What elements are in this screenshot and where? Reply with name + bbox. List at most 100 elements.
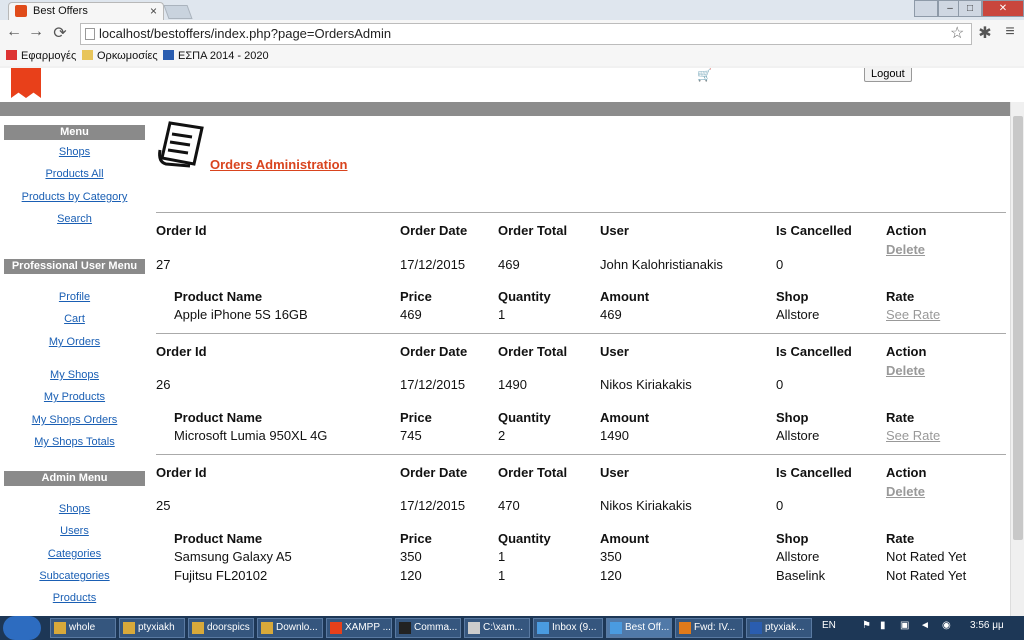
page-icon [85,28,95,40]
taskbar-item[interactable]: C:\xam... [464,618,530,638]
sidebar-item-my-shops-totals[interactable]: My Shops Totals [4,436,145,448]
start-button[interactable] [3,616,41,640]
order-date: 17/12/2015 [400,377,466,392]
product-shop: Allstore [776,428,820,443]
user-icon[interactable] [914,0,938,17]
price-header: Price [400,531,432,546]
taskbar-item[interactable]: Inbox (9... [533,618,603,638]
sidebar-item-profile[interactable]: Profile [4,291,145,303]
forward-icon[interactable]: → [27,23,45,41]
taskbar-item[interactable]: ptyxiakh [119,618,185,638]
power-icon[interactable]: ▣ [900,620,909,631]
product-rate: Not Rated Yet [886,549,967,564]
sidebar-item-search[interactable]: Search [4,213,145,225]
bookmark-apps[interactable]: Εφαρμογές [6,49,76,63]
see-rate-link[interactable]: See Rate [886,428,940,443]
bookmarks-bar: Εφαρμογές Ορκωμοσίες ΕΣΠΑ 2014 - 2020 [0,46,1024,66]
vertical-scrollbar[interactable] [1010,102,1024,616]
folder-icon [192,622,204,634]
sidebar-item-subcategories[interactable]: Subcategories [4,570,145,582]
price-header: Price [400,289,432,304]
bookmark-espa[interactable]: ΕΣΠΑ 2014 - 2020 [163,49,269,63]
folder-icon [54,622,66,634]
sidebar-item-shops[interactable]: Shops [4,146,145,158]
network-icon[interactable]: ▮ [880,620,886,631]
product-quantity: 1 [498,307,506,322]
action-header: Action [886,223,927,238]
sidebar-item-my-shops[interactable]: My Shops [4,369,145,381]
taskbar-item[interactable]: whole [50,618,116,638]
sidebar-item-my-shops-orders[interactable]: My Shops Orders [4,414,145,426]
folder-icon [261,622,273,634]
favicon-icon [15,5,27,17]
taskbar-item[interactable]: doorspics [188,618,254,638]
flag-icon[interactable]: ⚑ [862,620,871,631]
amount-header: Amount [600,531,650,546]
reload-icon[interactable]: ⟳ [51,23,69,43]
delete-order-button[interactable]: Delete [886,242,925,257]
admin-menu-heading: Admin Menu [4,471,145,486]
bookmark-label: ΕΣΠΑ 2014 - 2020 [178,50,269,62]
see-rate-link[interactable]: See Rate [886,307,940,322]
scrollbar-thumb[interactable] [1013,116,1023,540]
price-header: Price [400,410,432,425]
language-indicator[interactable]: EN [822,620,836,631]
extension-icon[interactable]: ✱ [976,23,994,43]
order-user: Nikos Kiriakakis [600,498,692,513]
tab-best-offers[interactable]: Best Offers × [8,2,164,20]
order-total: 469 [498,257,520,272]
shop-header: Shop [776,410,809,425]
rate-header: Rate [886,410,915,425]
volume-icon[interactable]: ◄ [920,620,930,631]
site-logo[interactable] [11,68,41,98]
order-cancelled: 0 [776,257,784,272]
product-price: 350 [400,549,422,564]
cart-icon[interactable]: 🛒 [697,68,712,82]
order-id: 27 [156,257,171,272]
product-name-header: Product Name [174,289,263,304]
delete-order-button[interactable]: Delete [886,484,925,499]
taskbar-item[interactable]: Fwd: IV... [675,618,743,638]
sidebar-item-products-by-category[interactable]: Products by Category [4,191,145,203]
sidebar-item-cart[interactable]: Cart [4,313,145,325]
rate-header: Rate [886,289,915,304]
sidebar-item-admin-products[interactable]: Products [4,592,145,604]
bookmark-star-icon[interactable]: ☆ [950,23,964,43]
sidebar-item-my-orders[interactable]: My Orders [4,336,145,348]
bookmark-folder[interactable]: Ορκωμοσίες [82,49,158,63]
order-total-header: Order Total [498,465,568,480]
taskbar-item[interactable]: Downlo... [257,618,323,638]
order-date-header: Order Date [400,223,468,238]
back-icon[interactable]: ← [5,23,23,41]
sidebar-item-admin-shops[interactable]: Shops [4,503,145,515]
taskbar-item[interactable]: Comma... [395,618,461,638]
delete-order-button[interactable]: Delete [886,363,925,378]
taskbar-item[interactable]: ptyxiak... [746,618,812,638]
page-title[interactable]: Orders Administration [210,157,347,172]
sidebar-item-my-products[interactable]: My Products [4,391,145,403]
clock[interactable]: 3:56 μμ [970,620,1004,631]
tab-close-icon[interactable]: × [150,3,157,19]
order-id: 26 [156,377,171,392]
taskbar: whole ptyxiakh doorspics Downlo... XAMPP… [0,616,1024,640]
product-quantity: 1 [498,549,506,564]
logout-button[interactable]: Logout [864,68,912,82]
maximize-button[interactable]: □ [958,0,982,17]
close-window-button[interactable]: ✕ [982,0,1024,17]
divider [156,333,1006,334]
user-header: User [600,223,629,238]
sidebar-item-users[interactable]: Users [4,525,145,537]
taskbar-label: ptyxiak... [765,622,805,633]
product-name: Fujitsu FL20102 [174,568,268,583]
sync-icon[interactable]: ◉ [942,620,951,631]
menu-icon[interactable]: ≡ [1001,23,1019,41]
new-tab-button[interactable] [163,5,193,19]
product-name: Samsung Galaxy A5 [174,549,292,564]
address-bar[interactable]: localhost/bestoffers/index.php?page=Orde… [80,23,972,45]
taskbar-item-active[interactable]: Best Off... [606,618,672,638]
xampp-icon [330,622,342,634]
order-cancelled: 0 [776,377,784,392]
sidebar-item-products-all[interactable]: Products All [4,168,145,180]
sidebar-item-categories[interactable]: Categories [4,548,145,560]
taskbar-item[interactable]: XAMPP ... [326,618,392,638]
